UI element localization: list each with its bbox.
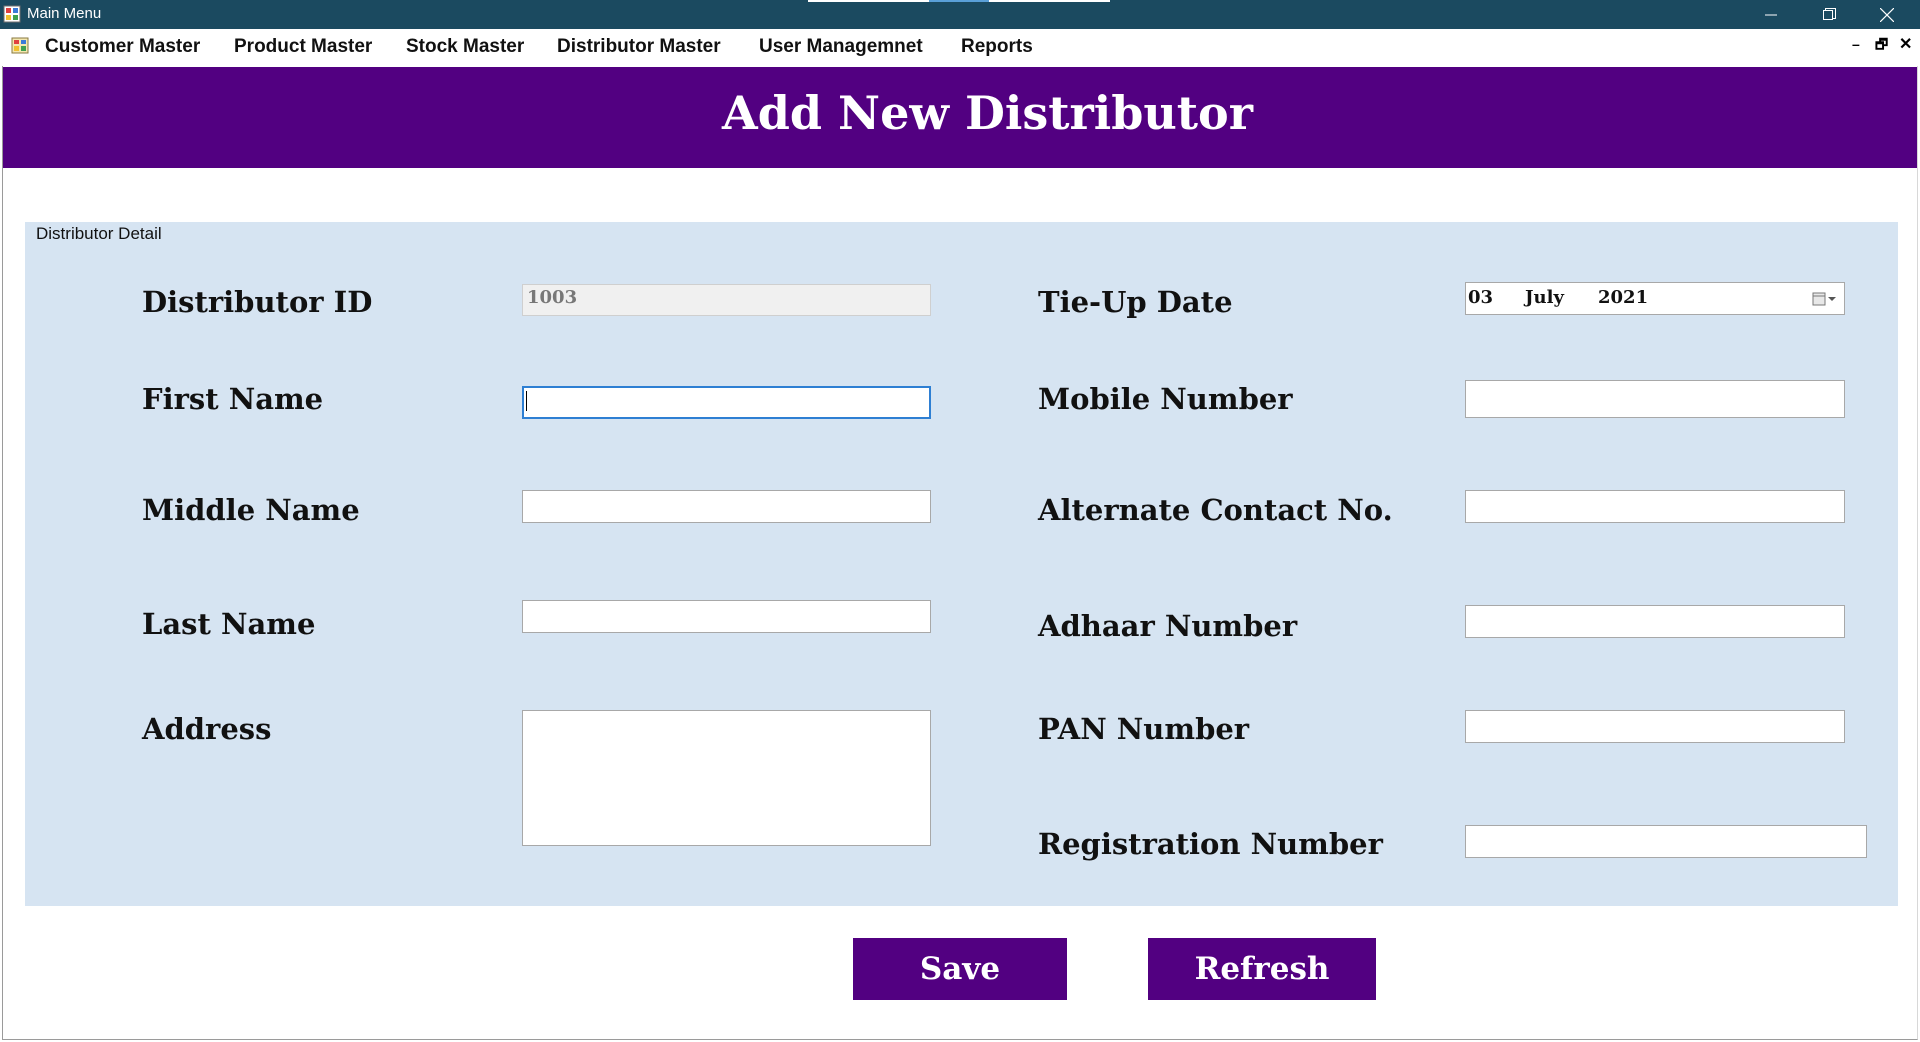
adhaar-number-value [1466,606,1844,610]
distributor-detail-group [25,222,1898,906]
group-caption: Distributor Detail [36,224,162,243]
distributor-id-value: 1003 [527,287,578,308]
last-name-field[interactable] [522,600,931,633]
tieup-day[interactable]: 03 [1468,287,1493,308]
middle-name-field[interactable] [522,490,931,523]
adhaar-number-field[interactable] [1465,605,1845,638]
address-label: Address [142,712,272,746]
mdi-minimize-button[interactable]: – [1852,36,1860,52]
middle-name-value [523,491,930,495]
restore-button[interactable] [1800,0,1858,29]
tieup-year[interactable]: 2021 [1598,287,1648,308]
menu-distributor-master[interactable]: Distributor Master [557,33,721,61]
menu-user-management[interactable]: User Managemnet [759,33,923,61]
registration-number-label: Registration Number [1038,827,1383,861]
mobile-number-value [1466,381,1844,385]
first-name-label: First Name [142,382,324,416]
minimize-button[interactable] [1742,0,1800,29]
close-icon [1880,7,1894,22]
distributor-id-label: Distributor ID [142,285,373,319]
address-value [523,711,930,715]
adhaar-number-label: Adhaar Number [1038,609,1298,643]
pan-number-field[interactable] [1465,710,1845,743]
last-name-value [523,601,930,605]
alternate-contact-label: Alternate Contact No. [1038,493,1393,527]
registration-number-field[interactable] [1465,825,1867,858]
registration-number-value [1466,826,1866,830]
close-button[interactable] [1858,0,1916,29]
tieup-date-picker[interactable]: 03 July 2021 [1465,282,1845,315]
pan-number-label: PAN Number [1038,712,1250,746]
menu-stock-master[interactable]: Stock Master [406,33,524,61]
address-textarea[interactable] [522,710,931,846]
menu-customer-master[interactable]: Customer Master [45,33,200,61]
restore-icon [1822,8,1836,20]
menu-reports[interactable]: Reports [961,33,1033,61]
tieup-date-label: Tie-Up Date [1038,285,1233,319]
menu-bar: Customer Master Product Master Stock Mas… [0,29,1920,65]
mobile-number-label: Mobile Number [1038,382,1293,416]
alternate-contact-field[interactable] [1465,490,1845,523]
first-name-value [524,388,929,392]
refresh-button[interactable]: Refresh [1148,938,1376,1000]
menu-product-master[interactable]: Product Master [234,33,372,61]
mdi-restore-button[interactable]: 🗗 [1875,34,1888,58]
title-accent-highlight [929,0,989,2]
minimize-icon [1765,14,1777,15]
first-name-field[interactable] [522,386,931,419]
tieup-month[interactable]: July [1525,287,1564,308]
distributor-id-field[interactable]: 1003 [522,284,931,316]
text-caret [526,391,527,411]
page-title: Add New Distributor [722,86,1253,140]
title-bar: Main Menu [0,0,1920,29]
mdi-close-button[interactable]: ✕ [1899,34,1912,54]
alternate-contact-value [1466,491,1844,495]
app-icon [3,5,21,23]
mobile-number-field[interactable] [1465,380,1845,418]
mdi-child-icon [11,37,29,54]
middle-name-label: Middle Name [142,493,360,527]
last-name-label: Last Name [142,607,316,641]
save-button[interactable]: Save [853,938,1067,1000]
window-title: Main Menu [27,5,102,22]
calendar-dropdown-icon[interactable] [1810,290,1840,308]
pan-number-value [1466,711,1844,715]
